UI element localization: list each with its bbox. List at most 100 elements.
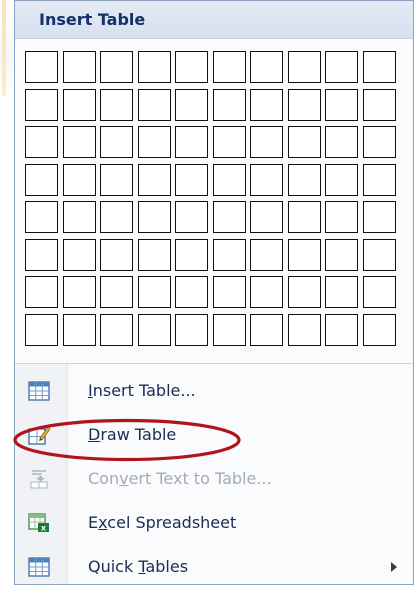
table-grid-cell[interactable] xyxy=(62,238,96,271)
table-grid-cell[interactable] xyxy=(25,238,58,271)
table-grid-cell[interactable] xyxy=(25,88,58,121)
insert-table-label: Insert Table... xyxy=(88,381,196,400)
table-grid-cell[interactable] xyxy=(250,163,283,196)
table-grid-cell[interactable] xyxy=(250,51,283,83)
table-grid-cell[interactable] xyxy=(137,163,171,196)
table-grid-cell[interactable] xyxy=(175,51,208,83)
table-grid-cell[interactable] xyxy=(62,276,96,308)
table-grid-cell[interactable] xyxy=(100,313,133,346)
table-grid-cell[interactable] xyxy=(287,238,321,271)
table-grid-cell[interactable] xyxy=(25,276,58,308)
table-grid-cell[interactable] xyxy=(250,201,283,233)
table-grid-cell[interactable] xyxy=(325,163,358,196)
table-grid-cell[interactable] xyxy=(137,313,171,346)
draw-table-menu-item[interactable]: Draw Table xyxy=(15,413,413,457)
app-background-accent xyxy=(2,0,6,96)
table-grid-cell[interactable] xyxy=(175,313,208,346)
table-grid-icon xyxy=(28,381,50,401)
table-grid-cell[interactable] xyxy=(212,238,246,271)
table-grid-cell[interactable] xyxy=(362,126,396,158)
table-grid-cell[interactable] xyxy=(62,126,96,158)
table-grid-cell[interactable] xyxy=(362,276,396,308)
table-grid-cell[interactable] xyxy=(325,88,358,121)
table-grid-cell[interactable] xyxy=(62,201,96,233)
insert-table-menu-item[interactable]: Insert Table... xyxy=(15,369,413,413)
table-grid-cell[interactable] xyxy=(137,276,171,308)
table-grid-cell[interactable] xyxy=(100,51,133,83)
table-grid-cell[interactable] xyxy=(325,126,358,158)
table-grid-cell[interactable] xyxy=(250,313,283,346)
table-grid-cell[interactable] xyxy=(137,88,171,121)
table-grid-cell[interactable] xyxy=(25,201,58,233)
table-grid-cell[interactable] xyxy=(25,51,58,83)
table-grid-cell[interactable] xyxy=(325,276,358,308)
table-grid-cell[interactable] xyxy=(362,88,396,121)
table-grid-cell[interactable] xyxy=(25,313,58,346)
table-grid-cell[interactable] xyxy=(287,51,321,83)
draw-table-label: Draw Table xyxy=(88,425,177,444)
table-grid-cell[interactable] xyxy=(137,238,171,271)
table-grid-cell[interactable] xyxy=(287,313,321,346)
menu-separator xyxy=(15,363,413,364)
table-grid-cell[interactable] xyxy=(212,126,246,158)
table-grid-cell[interactable] xyxy=(287,276,321,308)
table-grid-cell[interactable] xyxy=(212,51,246,83)
table-grid-cell[interactable] xyxy=(137,201,171,233)
table-grid-cell[interactable] xyxy=(250,88,283,121)
table-grid-cell[interactable] xyxy=(362,238,396,271)
table-grid-cell[interactable] xyxy=(100,126,133,158)
table-grid-cell[interactable] xyxy=(362,51,396,83)
table-grid-cell[interactable] xyxy=(287,126,321,158)
table-grid-cell[interactable] xyxy=(287,163,321,196)
convert-text-to-table-label: Convert Text to Table... xyxy=(88,469,272,488)
table-grid-cell[interactable] xyxy=(212,313,246,346)
table-grid-cell[interactable] xyxy=(62,163,96,196)
table-grid-cell[interactable] xyxy=(212,88,246,121)
excel-spreadsheet-icon: x xyxy=(28,513,50,533)
table-grid-cell[interactable] xyxy=(325,313,358,346)
excel-spreadsheet-label: Excel Spreadsheet xyxy=(88,513,237,532)
table-grid-cell[interactable] xyxy=(212,201,246,233)
table-grid-cell[interactable] xyxy=(62,88,96,121)
table-grid-cell[interactable] xyxy=(325,51,358,83)
table-grid-cell[interactable] xyxy=(100,201,133,233)
table-grid-cell[interactable] xyxy=(100,276,133,308)
quick-tables-icon xyxy=(28,557,50,577)
table-grid-cell[interactable] xyxy=(362,201,396,233)
table-grid-cell[interactable] xyxy=(62,313,96,346)
table-grid-cell[interactable] xyxy=(287,201,321,233)
table-grid-cell[interactable] xyxy=(362,163,396,196)
table-grid-cell[interactable] xyxy=(287,88,321,121)
table-grid-cell[interactable] xyxy=(175,238,208,271)
table-grid-cell[interactable] xyxy=(100,238,133,271)
table-grid-cell[interactable] xyxy=(175,201,208,233)
convert-text-to-table-menu-item[interactable]: Convert Text to Table... xyxy=(15,457,413,501)
draw-table-pencil-icon xyxy=(28,425,51,445)
table-grid-cell[interactable] xyxy=(175,276,208,308)
table-grid-cell[interactable] xyxy=(175,126,208,158)
table-grid-cell[interactable] xyxy=(100,88,133,121)
quick-tables-menu-item[interactable]: Quick Tables xyxy=(15,545,413,589)
table-grid-cell[interactable] xyxy=(325,238,358,271)
excel-spreadsheet-menu-item[interactable]: x Excel Spreadsheet xyxy=(15,501,413,545)
svg-text:x: x xyxy=(41,524,47,533)
table-grid-cell[interactable] xyxy=(250,238,283,271)
table-size-grid[interactable] xyxy=(25,51,396,346)
table-grid-cell[interactable] xyxy=(137,51,171,83)
table-grid-cell[interactable] xyxy=(25,163,58,196)
table-grid-cell[interactable] xyxy=(100,163,133,196)
table-grid-cell[interactable] xyxy=(250,126,283,158)
table-grid-cell[interactable] xyxy=(175,163,208,196)
table-grid-cell[interactable] xyxy=(175,88,208,121)
table-grid-cell[interactable] xyxy=(325,201,358,233)
menu-header: Insert Table xyxy=(15,1,413,39)
quick-tables-label: Quick Tables xyxy=(88,557,189,576)
table-grid-cell[interactable] xyxy=(137,126,171,158)
table-grid-cell[interactable] xyxy=(62,51,96,83)
table-grid-cell[interactable] xyxy=(25,126,58,158)
table-grid-cell[interactable] xyxy=(250,276,283,308)
table-grid-cell[interactable] xyxy=(362,313,396,346)
table-grid-cell[interactable] xyxy=(212,276,246,308)
convert-text-to-table-icon xyxy=(28,469,50,489)
table-grid-cell[interactable] xyxy=(212,163,246,196)
